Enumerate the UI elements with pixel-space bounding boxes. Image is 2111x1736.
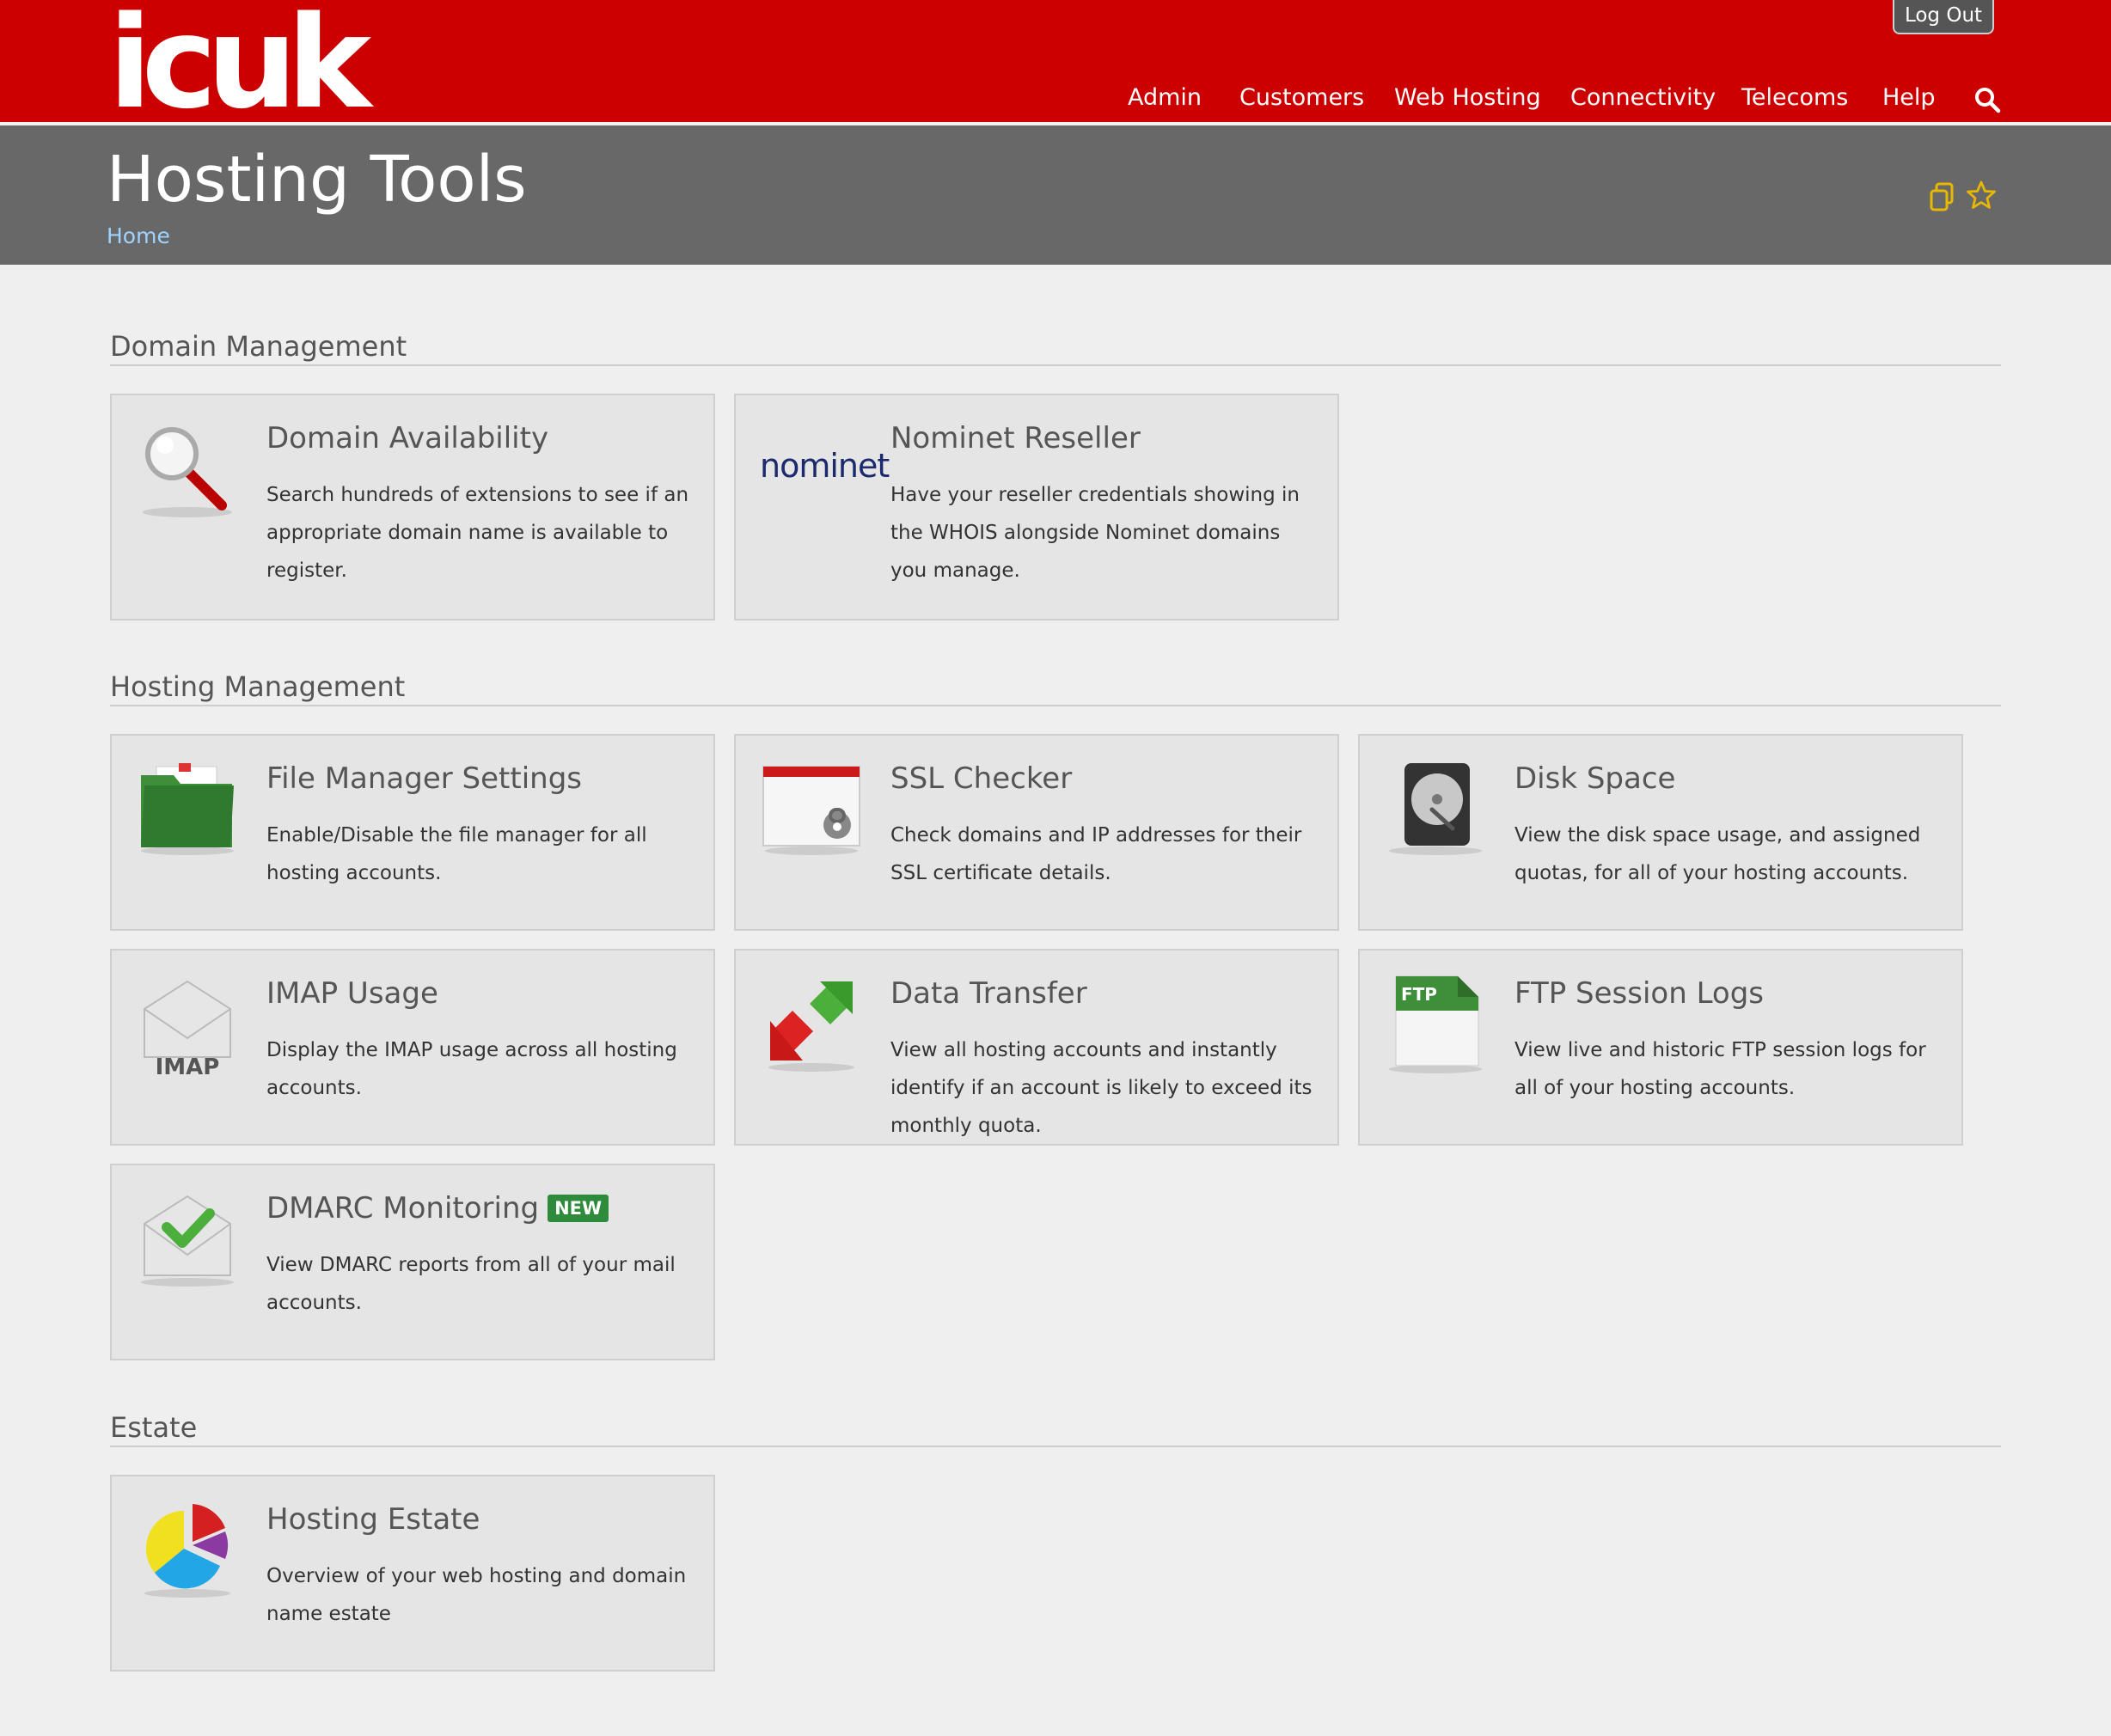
section-heading-domain: Domain Management <box>110 330 2001 366</box>
hard-drive-icon <box>1389 763 1482 855</box>
card-title: FTP Session Logs <box>1514 976 1765 1011</box>
card-description: Enable/Disable the file manager for all … <box>266 824 647 884</box>
star-icon[interactable] <box>1967 180 1996 210</box>
card-title: Disk Space <box>1514 761 1676 796</box>
card-ssl-checker[interactable]: SSL Checker Check domains and IP address… <box>734 734 1339 931</box>
card-title: SSL Checker <box>890 761 1073 796</box>
card-description: Overview of your web hosting and domain … <box>266 1565 687 1625</box>
card-file-manager-settings[interactable]: File Manager Settings Enable/Disable the… <box>110 734 715 931</box>
transfer-arrows-icon <box>768 981 854 1072</box>
card-description: View all hosting accounts and instantly … <box>890 1039 1312 1137</box>
card-description: Have your reseller credentials showing i… <box>890 484 1300 582</box>
nav-admin[interactable]: Admin <box>1128 84 1202 111</box>
imap-icon-label: IMAP <box>156 1054 220 1078</box>
ftp-icon-label: FTP <box>1401 984 1437 1005</box>
top-header: icuk Log Out Admin Customers Web Hosting… <box>0 0 2111 127</box>
card-title: DMARC Monitoring NEW <box>266 1191 609 1226</box>
card-hosting-estate[interactable]: Hosting Estate Overview of your web host… <box>110 1475 715 1672</box>
card-title: File Manager Settings <box>266 761 582 796</box>
logout-button[interactable]: Log Out <box>1893 0 1994 34</box>
nav-telecoms[interactable]: Telecoms <box>1741 84 1848 111</box>
folder-icon <box>141 763 234 855</box>
card-nominet-reseller[interactable]: nominet Nominet Reseller Have your resel… <box>734 394 1339 620</box>
card-title: Hosting Estate <box>266 1502 480 1537</box>
card-description: Search hundreds of extensions to see if … <box>266 484 689 582</box>
search-icon[interactable] <box>1973 86 2001 113</box>
nav-connectivity[interactable]: Connectivity <box>1570 84 1716 111</box>
page-title: Hosting Tools <box>107 143 527 217</box>
card-description: View live and historic FTP session logs … <box>1514 1039 1926 1099</box>
imap-envelope-icon: IMAP <box>144 980 231 1078</box>
ssl-window-icon <box>762 766 860 855</box>
card-dmarc-monitoring[interactable]: DMARC Monitoring NEW View DMARC reports f… <box>110 1164 715 1360</box>
card-ftp-session-logs[interactable]: FTP FTP Session Logs View live and histo… <box>1358 949 1963 1146</box>
card-description: Check domains and IP addresses for their… <box>890 824 1302 884</box>
card-title: Nominet Reseller <box>890 421 1141 455</box>
new-badge: NEW <box>548 1195 609 1222</box>
magnifier-icon <box>143 427 232 517</box>
pie-chart-icon <box>144 1504 230 1598</box>
copy-icon[interactable] <box>1929 182 1955 211</box>
card-title: Data Transfer <box>890 976 1087 1011</box>
section-heading-estate: Estate <box>110 1411 2001 1447</box>
main-nav: Admin Customers Web Hosting Connectivity… <box>0 84 2111 119</box>
card-domain-availability[interactable]: Domain Availability Search hundreds of e… <box>110 394 715 620</box>
nav-customers[interactable]: Customers <box>1239 84 1364 111</box>
card-description: View the disk space usage, and assigned … <box>1514 824 1921 884</box>
card-description: View DMARC reports from all of your mail… <box>266 1254 676 1314</box>
card-description: Display the IMAP usage across all hostin… <box>266 1039 677 1099</box>
nav-web-hosting[interactable]: Web Hosting <box>1394 84 1541 111</box>
nav-help[interactable]: Help <box>1882 84 1936 111</box>
title-bar: Hosting Tools Home <box>0 125 2111 265</box>
ftp-document-icon: FTP <box>1389 975 1482 1073</box>
section-heading-hosting: Hosting Management <box>110 670 2001 706</box>
card-title: Domain Availability <box>266 421 549 455</box>
card-title: IMAP Usage <box>266 976 438 1011</box>
breadcrumb-home[interactable]: Home <box>107 223 170 248</box>
card-imap-usage[interactable]: IMAP IMAP Usage Display the IMAP usage a… <box>110 949 715 1146</box>
card-disk-space[interactable]: Disk Space View the disk space usage, an… <box>1358 734 1963 931</box>
nominet-logo: nominet <box>760 447 890 485</box>
dmarc-envelope-check-icon <box>141 1195 234 1287</box>
card-title-text: DMARC Monitoring <box>266 1191 540 1226</box>
card-data-transfer[interactable]: Data Transfer View all hosting accounts … <box>734 949 1339 1146</box>
